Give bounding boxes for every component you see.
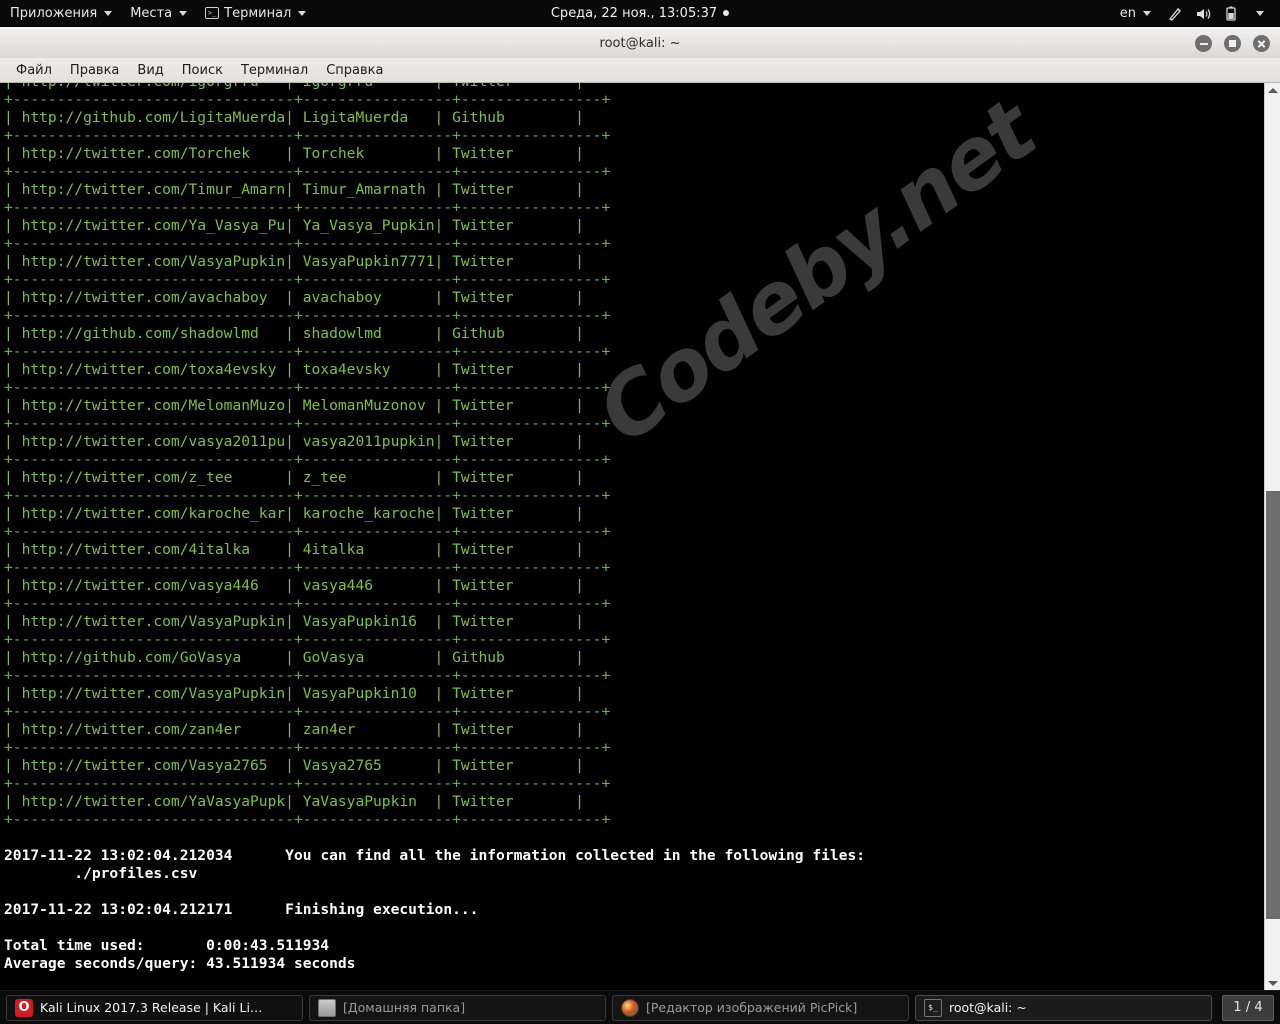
menu-places[interactable]: Места <box>121 0 196 27</box>
window-titlebar[interactable]: root@kali: ~ <box>0 27 1280 58</box>
scrollbar-thumb[interactable] <box>1266 491 1280 919</box>
keyboard-layout-label: en <box>1119 6 1136 21</box>
taskbar-item-label: Kali Linux 2017.3 Release | Kali Li… <box>40 1000 263 1015</box>
kali-browser-icon: O <box>15 998 33 1017</box>
taskbar-item-browser[interactable]: O Kali Linux 2017.3 Release | Kali Li… <box>6 994 303 1021</box>
terminal-scrollbar[interactable] <box>1264 83 1280 990</box>
chevron-down-icon <box>298 10 307 16</box>
minimize-button[interactable] <box>1195 35 1212 52</box>
desktop-taskbar: O Kali Linux 2017.3 Release | Kali Li… [… <box>0 990 1280 1024</box>
menu-edit[interactable]: Правка <box>62 61 127 80</box>
window-menubar: Файл Правка Вид Поиск Терминал Справка <box>0 58 1280 83</box>
menu-terminal[interactable]: Терминал <box>233 61 316 80</box>
menu-terminal-label: Терминал <box>224 5 292 21</box>
tray-chevron-down-icon[interactable] <box>1246 0 1272 27</box>
terminal-icon: >_ <box>205 7 220 19</box>
chevron-down-icon <box>1256 11 1264 16</box>
scroll-down-arrow-icon[interactable] <box>1265 976 1280 990</box>
terminal-window: root@kali: ~ Файл Правка Вид Поиск Терми… <box>0 27 1280 990</box>
taskbar-item-home-folder[interactable]: [Домашняя папка] <box>309 994 606 1021</box>
scroll-up-arrow-icon[interactable] <box>1265 83 1280 97</box>
menu-search[interactable]: Поиск <box>174 61 231 80</box>
volume-icon[interactable] <box>1190 0 1216 27</box>
taskbar-item-terminal[interactable]: $_ root@kali: ~ <box>915 994 1212 1021</box>
chevron-down-icon <box>179 10 188 16</box>
panel-tray: en <box>1110 0 1280 27</box>
menu-help[interactable]: Справка <box>318 61 391 80</box>
taskbar-item-label: root@kali: ~ <box>949 1000 1027 1015</box>
menu-file[interactable]: Файл <box>8 61 60 80</box>
terminal-icon: $_ <box>924 998 942 1017</box>
chevron-down-icon <box>104 10 113 16</box>
close-button[interactable] <box>1253 35 1270 52</box>
folder-icon <box>318 998 336 1017</box>
picpick-icon <box>621 998 639 1017</box>
panel-clock-label: Среда, 22 ноя., 13:05:37 <box>550 5 718 21</box>
taskbar-item-label: [Домашняя папка] <box>343 1000 466 1015</box>
window-title: root@kali: ~ <box>599 35 681 51</box>
window-controls <box>1195 28 1270 59</box>
panel-clock[interactable]: Среда, 22 ноя., 13:05:37 <box>550 5 730 21</box>
taskbar-item-label: [Редактор изображений PicPick] <box>646 1000 858 1015</box>
brightness-icon[interactable] <box>1162 0 1188 27</box>
desktop-top-panel: Приложения Места >_ Терминал Среда, 22 н… <box>0 0 1280 27</box>
recording-indicator-icon <box>723 10 730 16</box>
maximize-button[interactable] <box>1224 35 1241 52</box>
menu-terminal[interactable]: >_ Терминал <box>196 0 315 27</box>
workspace-indicator[interactable]: 1 / 4 <box>1222 994 1274 1021</box>
chevron-down-icon <box>1143 11 1151 16</box>
battery-icon[interactable] <box>1218 0 1244 27</box>
taskbar-item-picpick[interactable]: [Редактор изображений PicPick] <box>612 994 909 1021</box>
terminal-text: | http://twitter.com/igorgrru | igorgrru… <box>4 83 866 972</box>
terminal-output-area[interactable]: | http://twitter.com/igorgrru | igorgrru… <box>0 83 1280 990</box>
menu-applications[interactable]: Приложения <box>0 0 121 27</box>
menu-places-label: Места <box>130 5 173 21</box>
menu-applications-label: Приложения <box>10 5 98 21</box>
menu-view[interactable]: Вид <box>129 61 171 80</box>
keyboard-layout-indicator[interactable]: en <box>1110 0 1160 27</box>
